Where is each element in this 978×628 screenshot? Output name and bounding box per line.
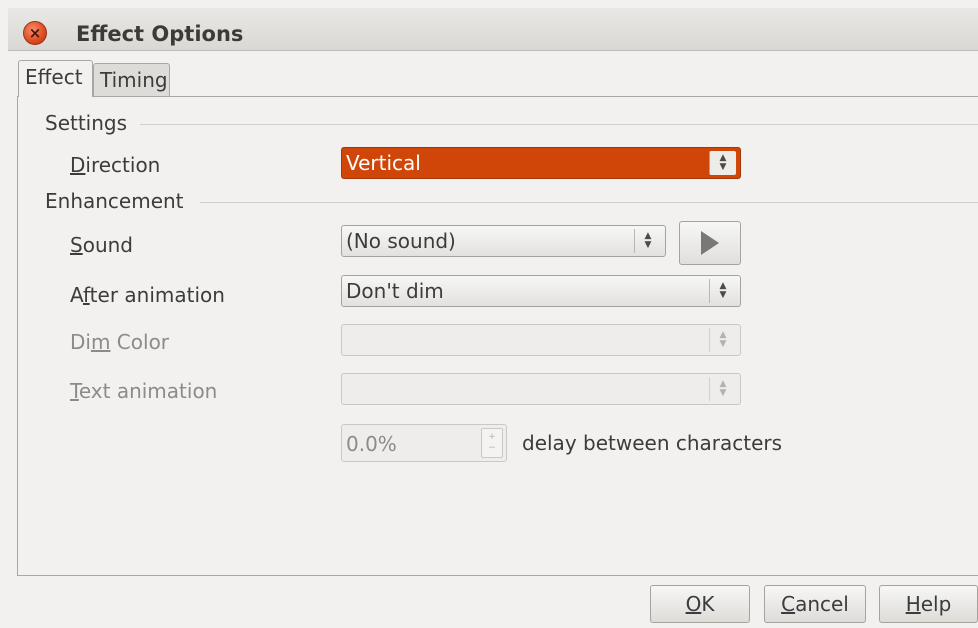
close-button[interactable]: × xyxy=(23,21,47,45)
help-button[interactable]: Help xyxy=(879,585,978,623)
section-heading-enhancement: Enhancement xyxy=(45,189,184,213)
cancel-button[interactable]: Cancel xyxy=(764,585,866,623)
dim-color-label: Dim Color xyxy=(70,330,170,354)
after-animation-select[interactable]: Don't dim ▲ ▼ xyxy=(341,275,741,307)
sound-value: (No sound) xyxy=(346,229,456,253)
tab-label: Effect xyxy=(25,65,83,89)
text-animation-select[interactable]: ▲ ▼ xyxy=(341,373,741,405)
section-divider xyxy=(200,202,978,203)
chevron-updown-icon: ▲ ▼ xyxy=(709,279,736,303)
tab-label: Timing xyxy=(100,68,168,92)
tab-timing[interactable]: Timing xyxy=(93,63,170,97)
tab-effect[interactable]: Effect xyxy=(18,60,93,97)
direction-label: Direction xyxy=(70,153,161,177)
spin-updown-icon[interactable]: + − xyxy=(481,428,503,458)
delay-suffix-label: delay between characters xyxy=(522,431,783,455)
dim-color-select[interactable]: ▲ ▼ xyxy=(341,324,741,356)
text-animation-label: Text animation xyxy=(70,379,218,403)
play-icon xyxy=(701,231,719,255)
after-animation-value: Don't dim xyxy=(346,279,444,303)
chevron-updown-icon: ▲ ▼ xyxy=(634,229,661,253)
title-bar: × Effect Options xyxy=(8,8,978,51)
section-divider xyxy=(140,124,978,125)
chevron-updown-icon: ▲ ▼ xyxy=(709,377,736,401)
delay-value: 0.0% xyxy=(346,432,397,456)
chevron-updown-icon: ▲ ▼ xyxy=(709,151,736,175)
chevron-updown-icon: ▲ ▼ xyxy=(709,328,736,352)
close-icon: × xyxy=(28,23,42,42)
direction-value: Vertical xyxy=(346,151,421,175)
ok-button[interactable]: OK xyxy=(650,585,750,623)
delay-spinbox[interactable]: 0.0% + − xyxy=(341,424,507,462)
direction-select[interactable]: Vertical ▲ ▼ xyxy=(341,147,741,179)
sound-select[interactable]: (No sound) ▲ ▼ xyxy=(341,225,666,257)
section-heading-settings: Settings xyxy=(45,111,128,135)
play-sound-button[interactable] xyxy=(679,221,741,265)
window-title: Effect Options xyxy=(76,22,244,46)
after-animation-label: After animation xyxy=(70,283,225,307)
sound-label: Sound xyxy=(70,233,133,257)
